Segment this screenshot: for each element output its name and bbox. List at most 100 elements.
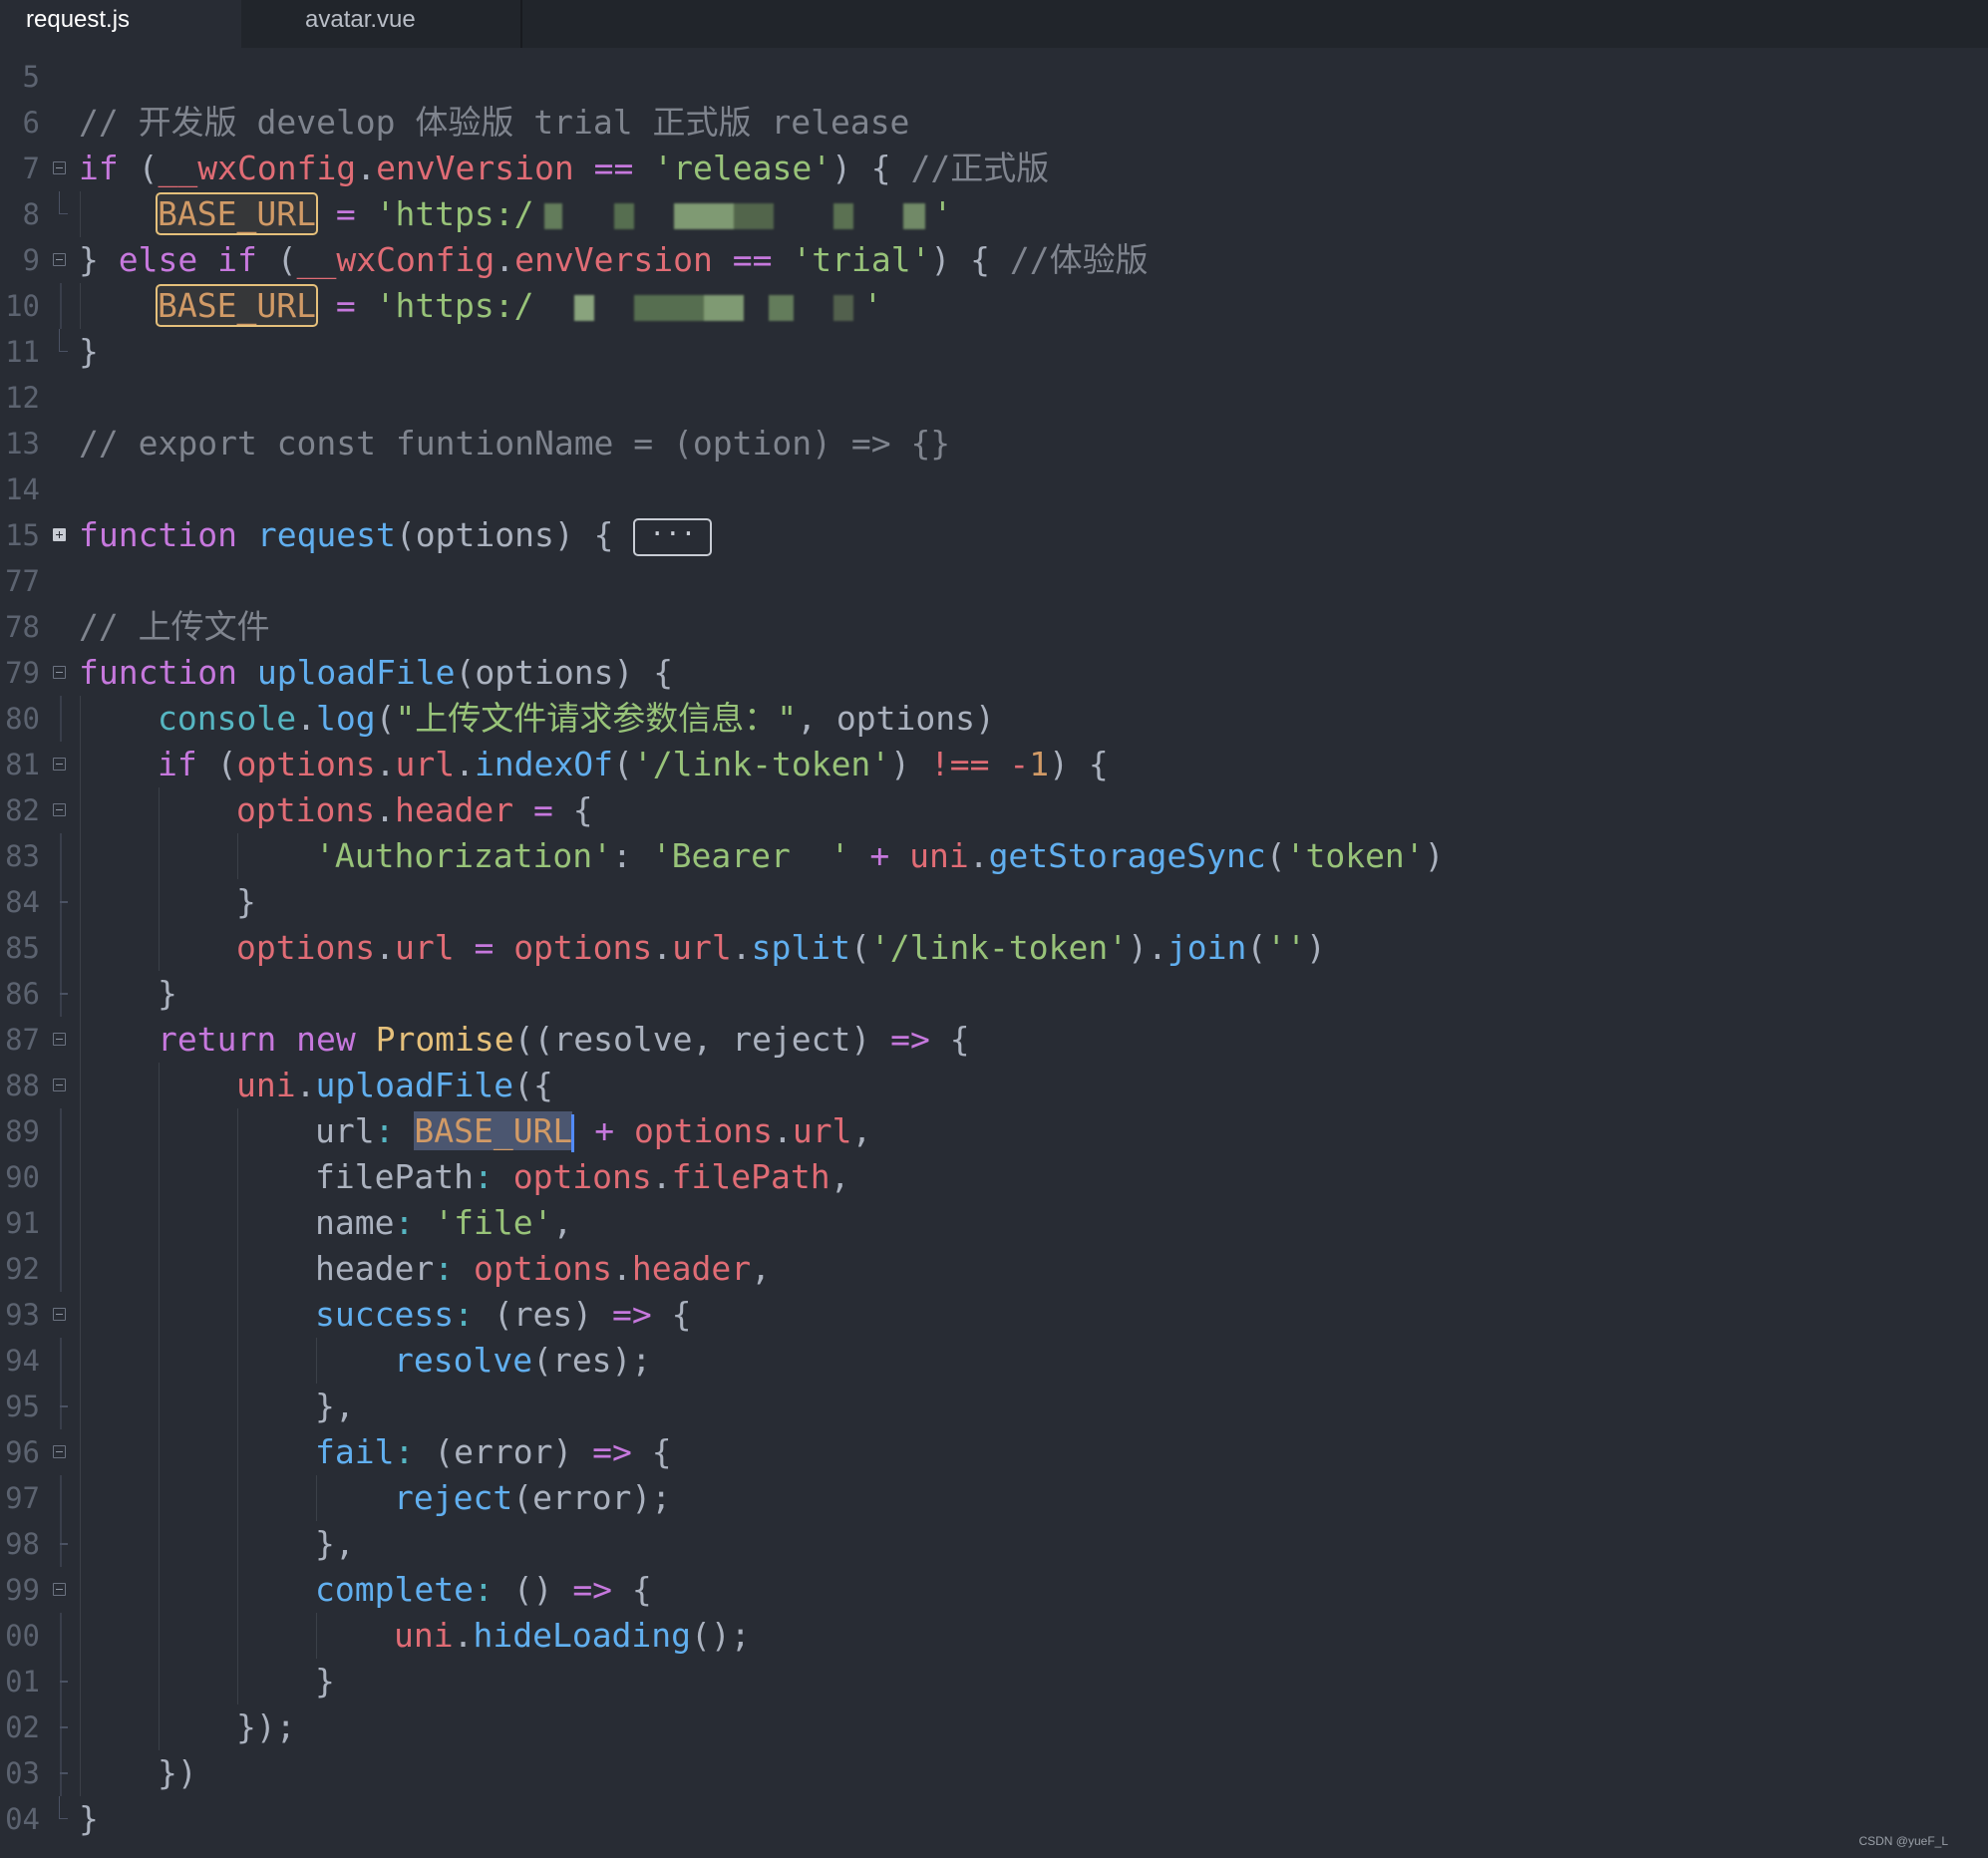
code-token: (	[1265, 836, 1286, 875]
code-line[interactable]: 15 function request(options) { ···	[0, 512, 1988, 558]
code-line[interactable]: 81 if (options.url.indexOf('/link-token')…	[0, 742, 1988, 787]
code-line[interactable]: 6 // 开发版 develop 体验版 trial 正式版 release	[0, 100, 1988, 146]
fold-collapse-icon[interactable]	[53, 253, 66, 266]
code-line[interactable]: 78 // 上传文件	[0, 604, 1988, 650]
code-line[interactable]: 80 console.log("上传文件请求参数信息：", options)	[0, 696, 1988, 742]
line-number: 79	[5, 656, 40, 690]
code-token: .	[652, 928, 673, 967]
code-token: .	[356, 149, 377, 187]
code-line[interactable]: 94 resolve(res);	[0, 1338, 1988, 1384]
code-text: console.log("上传文件请求参数信息：", options)	[158, 696, 995, 742]
code-token: .	[296, 699, 316, 738]
folded-code-placeholder[interactable]: ···	[633, 517, 713, 556]
code-token: new	[296, 1020, 356, 1059]
indent-guide	[80, 1567, 81, 1613]
code-line[interactable]: 12	[0, 375, 1988, 421]
code-token: ({	[513, 1066, 553, 1104]
code-line[interactable]: 9} else if (__wxConfig.envVersion == 'tr…	[0, 237, 1988, 283]
code-line[interactable]: 95},	[0, 1384, 1988, 1429]
code-token: =	[335, 286, 356, 325]
code-text: }	[158, 971, 177, 1017]
code-line[interactable]: 87 return new Promise((resolve, reject) =…	[0, 1017, 1988, 1063]
code-line[interactable]: 00 uni.hideLoading();	[0, 1613, 1988, 1659]
code-line[interactable]: 89 url: BASE_URL + options.url,	[0, 1108, 1988, 1154]
code-line[interactable]: 88 uni.uploadFile({	[0, 1063, 1988, 1108]
code-token: url	[672, 928, 732, 967]
code-text: if (options.url.indexOf('/link-token') !…	[158, 742, 1109, 787]
line-number: 83	[5, 839, 40, 873]
code-line[interactable]: 01}	[0, 1659, 1988, 1704]
fold-end-marker	[59, 191, 68, 214]
indent-guide	[237, 1154, 238, 1200]
tab-avatar-vue[interactable]: avatar.vue	[241, 0, 522, 48]
indent-guide	[159, 879, 160, 925]
code-token: }	[79, 240, 119, 279]
fold-collapse-icon[interactable]	[53, 666, 66, 679]
fold-collapse-icon[interactable]	[53, 1033, 66, 1046]
code-line[interactable]: 96 fail: (error) => {	[0, 1429, 1988, 1475]
fold-collapse-icon[interactable]	[53, 1583, 66, 1596]
code-line[interactable]: 8 BASE_URL = 'https:/ '	[0, 191, 1988, 237]
code-line[interactable]: 14	[0, 466, 1988, 512]
code-line[interactable]: 86}	[0, 971, 1988, 1017]
code-editor[interactable]: 5 6 // 开发版 develop 体验版 trial 正式版 release 7 i…	[0, 54, 1988, 1842]
indent-guide	[80, 696, 81, 742]
code-line[interactable]: 99 complete: () => {	[0, 1567, 1988, 1613]
watermark: CSDN @yueF_L	[1858, 1834, 1948, 1848]
code-line[interactable]: 02});	[0, 1704, 1988, 1750]
code-line[interactable]: 04}	[0, 1796, 1988, 1842]
code-token: .	[612, 1249, 632, 1288]
code-line[interactable]: 77	[0, 558, 1988, 604]
fold-end-tick	[60, 993, 68, 995]
fold-collapse-icon[interactable]	[53, 803, 66, 816]
code-line[interactable]: 85 options.url = options.url.split('/link…	[0, 925, 1988, 971]
code-line[interactable]: 11}	[0, 329, 1988, 375]
fold-collapse-icon[interactable]	[53, 1445, 66, 1458]
code-line[interactable]: 03})	[0, 1750, 1988, 1796]
code-token: =	[533, 790, 553, 829]
tab-bar: request.js avatar.vue	[0, 0, 1988, 48]
code-line[interactable]: 97 reject(error);	[0, 1475, 1988, 1521]
code-line[interactable]: 98},	[0, 1521, 1988, 1567]
code-token: request	[256, 515, 396, 554]
code-line[interactable]: 10 BASE_URL = 'https:/ '	[0, 283, 1988, 329]
code-text: // 上传文件	[79, 604, 270, 650]
fold-collapse-icon[interactable]	[53, 161, 66, 174]
fold-collapse-icon[interactable]	[53, 1308, 66, 1321]
code-token: !==	[929, 745, 990, 783]
line-number: 97	[5, 1481, 40, 1515]
fold-expand-icon[interactable]	[53, 528, 66, 541]
fold-collapse-icon[interactable]	[53, 1079, 66, 1091]
code-line[interactable]: 83 'Authorization': 'Bearer ' + uni.getSt…	[0, 833, 1988, 879]
line-number: 99	[5, 1573, 40, 1607]
code-line[interactable]: 7 if (__wxConfig.envVersion == 'release')…	[0, 146, 1988, 191]
code-token: uploadFile	[315, 1066, 514, 1104]
code-token: success	[315, 1295, 455, 1334]
code-line[interactable]: 91 name: 'file',	[0, 1200, 1988, 1246]
code-token: options	[633, 1111, 774, 1150]
code-line[interactable]: 90 filePath: options.filePath,	[0, 1154, 1988, 1200]
code-token: },	[315, 1387, 355, 1425]
code-line[interactable]: 92 header: options.header,	[0, 1246, 1988, 1292]
fold-collapse-icon[interactable]	[53, 758, 66, 771]
code-line[interactable]: 79 function uploadFile(options) {	[0, 650, 1988, 696]
code-line[interactable]: 5	[0, 54, 1988, 100]
code-line[interactable]: 82 options.header = {	[0, 787, 1988, 833]
code-text: complete: () => {	[315, 1567, 652, 1613]
code-line[interactable]: 84}	[0, 879, 1988, 925]
tab-request-js[interactable]: request.js	[0, 0, 241, 48]
code-token: .	[731, 928, 752, 967]
code-token: }	[79, 1799, 99, 1838]
code-line[interactable]: 13 // export const funtionName = (option)…	[0, 421, 1988, 466]
indent-guide	[159, 1521, 160, 1567]
code-token: (	[118, 149, 159, 187]
code-text: header: options.header,	[315, 1246, 771, 1292]
code-line[interactable]: 93 success: (res) => {	[0, 1292, 1988, 1338]
line-number: 84	[5, 885, 40, 919]
